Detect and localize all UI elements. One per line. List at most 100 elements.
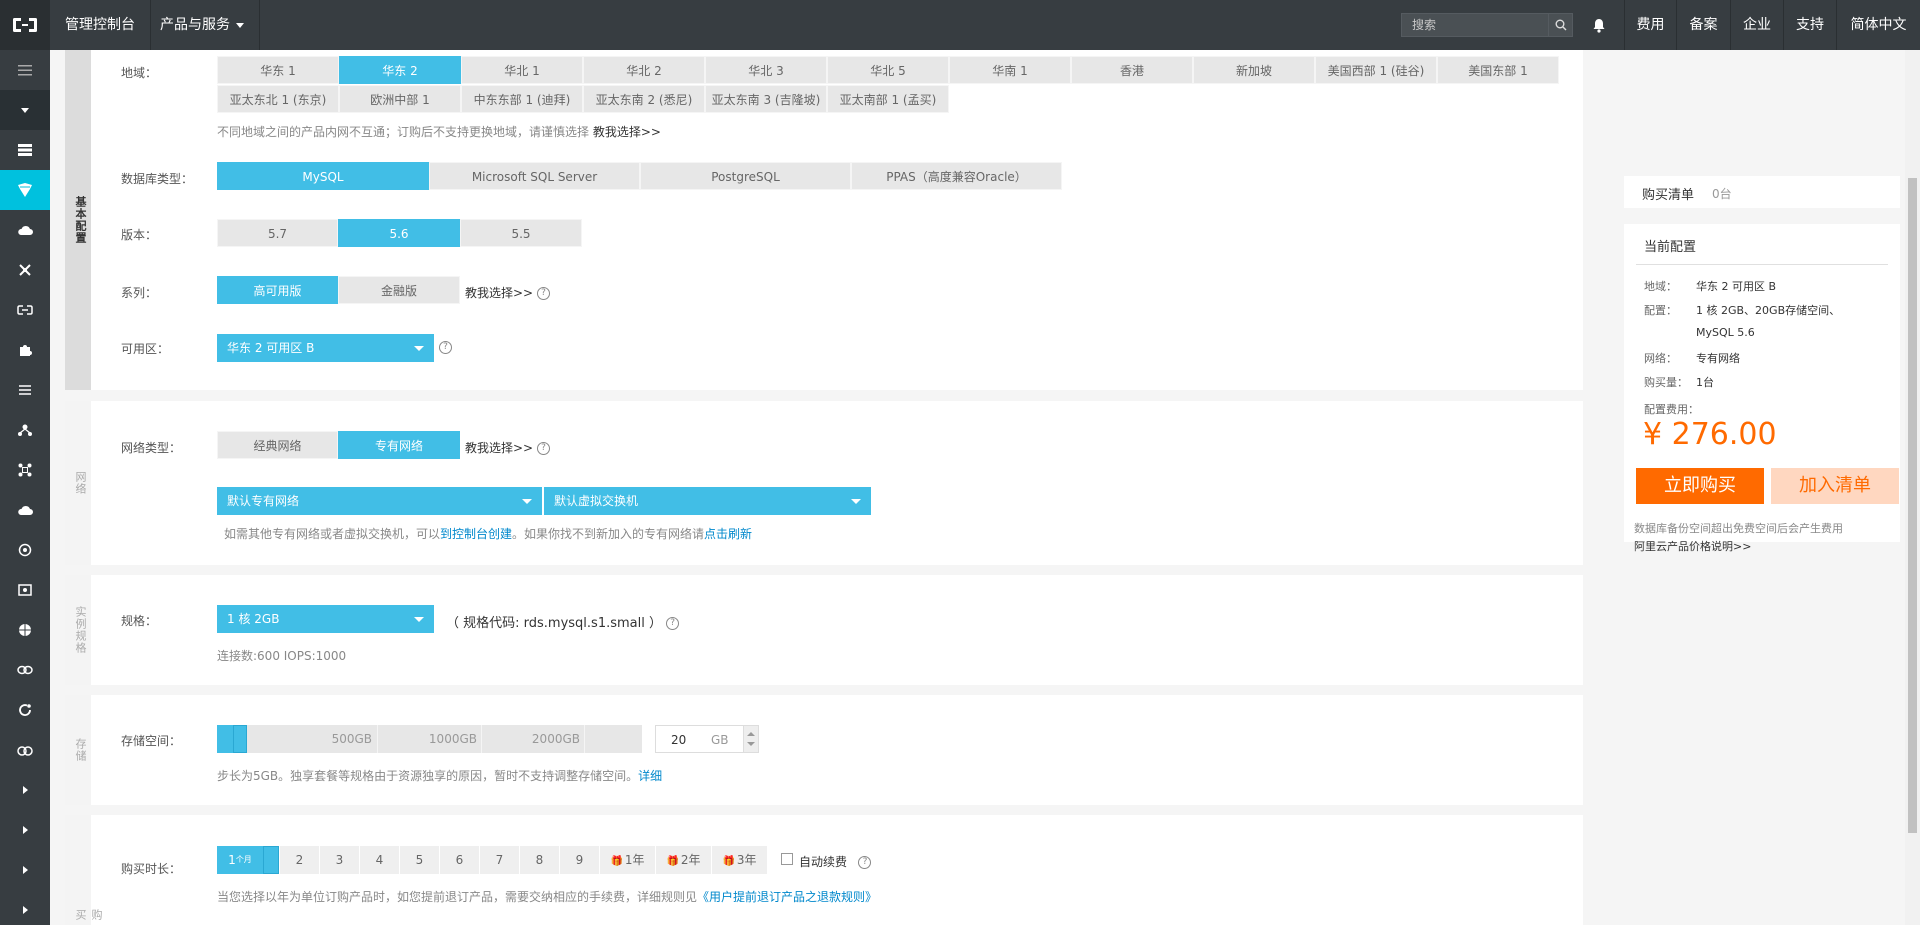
spec-dropdown[interactable]: 1 核 2GB xyxy=(217,605,434,633)
cloud-icon[interactable] xyxy=(0,210,50,250)
globe-icon[interactable] xyxy=(0,610,50,650)
db-type-mysql[interactable]: MySQL xyxy=(217,162,429,190)
help-icon[interactable]: ? xyxy=(666,617,680,630)
console-home-link[interactable]: 管理控制台 xyxy=(50,0,151,50)
nav-language[interactable]: 简体中文 xyxy=(1836,0,1920,50)
scrollbar-thumb[interactable] xyxy=(1908,178,1917,833)
eye-icon[interactable] xyxy=(0,530,50,570)
puzzle-icon[interactable] xyxy=(0,330,50,370)
duration-year-option[interactable]: 🎁 1年 xyxy=(599,846,655,874)
network-icon[interactable] xyxy=(0,250,50,290)
duration-month-option[interactable]: 2 xyxy=(279,846,319,874)
products-menu[interactable]: 产品与服务 xyxy=(145,0,260,50)
region-option[interactable]: 香港 xyxy=(1071,56,1193,84)
help-icon[interactable]: ? xyxy=(858,856,872,869)
tree-icon[interactable] xyxy=(0,410,50,450)
series-finance[interactable]: 金融版 xyxy=(338,276,460,304)
price-info-link[interactable]: 阿里云产品价格说明>> xyxy=(1634,538,1751,554)
box-icon[interactable] xyxy=(0,570,50,610)
slider-handle-icon[interactable] xyxy=(233,725,247,753)
refresh-icon[interactable] xyxy=(0,690,50,730)
series-help-link[interactable]: 教我选择>> xyxy=(465,286,533,300)
region-option[interactable]: 欧洲中部 1 xyxy=(339,85,461,113)
menu-icon[interactable] xyxy=(0,50,50,90)
chevron-down-icon[interactable] xyxy=(747,742,755,746)
database-stack-icon[interactable] xyxy=(0,130,50,170)
region-option[interactable]: 中东东部 1 (迪拜) xyxy=(461,85,583,113)
db-type-ppas[interactable]: PPAS（高度兼容Oracle） xyxy=(851,162,1062,190)
duration-month-option[interactable]: 9 xyxy=(559,846,599,874)
storage-detail-link[interactable]: 详细 xyxy=(638,769,662,783)
buy-now-button[interactable]: 立即购买 xyxy=(1636,468,1764,504)
zone-help-icon[interactable]: ? xyxy=(439,340,452,354)
region-option[interactable]: 华东 2 xyxy=(339,56,461,84)
help-icon[interactable]: ? xyxy=(536,287,550,300)
region-option[interactable]: 亚太东南 2 (悉尼) xyxy=(583,85,705,113)
region-option[interactable]: 美国东部 1 xyxy=(1437,56,1559,84)
nav-icp[interactable]: 备案 xyxy=(1676,0,1730,50)
nav-enterprise[interactable]: 企业 xyxy=(1730,0,1783,50)
create-in-console-link[interactable]: 到控制台创建 xyxy=(440,527,512,541)
slider-handle-icon[interactable] xyxy=(263,846,279,874)
network-vpc[interactable]: 专有网络 xyxy=(338,431,460,459)
expand-icon[interactable] xyxy=(0,770,50,810)
expand-icon[interactable] xyxy=(0,850,50,890)
region-option[interactable]: 华北 3 xyxy=(705,56,827,84)
refresh-link[interactable]: 点击刷新 xyxy=(704,527,752,541)
vswitch-dropdown[interactable]: 默认虚拟交换机 xyxy=(544,487,871,515)
duration-month-option[interactable]: 7 xyxy=(479,846,519,874)
aliyun-logo-icon[interactable] xyxy=(0,0,50,50)
duration-1-month[interactable]: 1个月 xyxy=(217,846,263,874)
network-help-link[interactable]: 教我选择>> xyxy=(465,441,533,455)
region-option[interactable]: 亚太南部 1 (孟买) xyxy=(827,85,949,113)
cloud-group-icon[interactable] xyxy=(0,730,50,770)
storage-input[interactable]: 20 GB xyxy=(655,725,755,753)
duration-year-option[interactable]: 🎁 3年 xyxy=(711,846,767,874)
version-5-5[interactable]: 5.5 xyxy=(460,219,582,247)
version-5-7[interactable]: 5.7 xyxy=(217,219,338,247)
cloud-upload-icon[interactable] xyxy=(0,490,50,530)
region-option[interactable]: 华北 1 xyxy=(461,56,583,84)
region-option[interactable]: 美国西部 1 (硅谷) xyxy=(1315,56,1437,84)
help-icon[interactable]: ? xyxy=(536,442,550,455)
region-option[interactable]: 新加坡 xyxy=(1193,56,1315,84)
duration-month-option[interactable]: 8 xyxy=(519,846,559,874)
rds-icon[interactable] xyxy=(0,170,50,210)
region-option[interactable]: 华南 1 xyxy=(949,56,1071,84)
series-high-availability[interactable]: 高可用版 xyxy=(217,276,338,304)
refund-rules-link[interactable]: 《用户提前退订产品之退款规则》 xyxy=(697,890,877,904)
zone-dropdown[interactable]: 华东 2 可用区 B xyxy=(217,334,434,362)
region-option[interactable]: 亚太东北 1 (东京) xyxy=(217,85,339,113)
db-type-postgresql[interactable]: PostgreSQL xyxy=(640,162,851,190)
expand-icon[interactable] xyxy=(0,890,50,925)
nodes-icon[interactable] xyxy=(0,450,50,490)
storage-slider[interactable]: 500GB 1000GB 2000GB xyxy=(217,725,642,753)
duration-month-option[interactable]: 4 xyxy=(359,846,399,874)
nav-billing[interactable]: 费用 xyxy=(1624,0,1676,50)
auto-renew-checkbox[interactable] xyxy=(781,853,793,865)
region-option[interactable]: 华东 1 xyxy=(217,56,339,84)
region-option[interactable]: 华北 5 xyxy=(827,56,949,84)
vpc-dropdown[interactable]: 默认专有网络 xyxy=(217,487,542,515)
duration-year-option[interactable]: 🎁 2年 xyxy=(655,846,711,874)
storage-stepper[interactable] xyxy=(743,725,759,753)
region-help-link[interactable]: 教我选择>> xyxy=(593,125,661,139)
duration-month-option[interactable]: 3 xyxy=(319,846,359,874)
duration-month-option[interactable]: 5 xyxy=(399,846,439,874)
chain-icon[interactable] xyxy=(0,650,50,690)
chevron-up-icon[interactable] xyxy=(747,732,755,736)
version-5-6[interactable]: 5.6 xyxy=(338,219,460,247)
scrollbar[interactable] xyxy=(1905,50,1920,925)
add-to-cart-button[interactable]: 加入清单 xyxy=(1771,468,1899,504)
search-input[interactable] xyxy=(1402,14,1547,36)
network-classic[interactable]: 经典网络 xyxy=(217,431,338,459)
collapse-icon[interactable] xyxy=(0,90,50,130)
bell-icon[interactable] xyxy=(1587,0,1611,50)
region-option[interactable]: 亚太东南 3 (吉隆坡) xyxy=(705,85,827,113)
expand-icon[interactable] xyxy=(0,810,50,850)
nav-support[interactable]: 支持 xyxy=(1783,0,1836,50)
search-icon[interactable] xyxy=(1548,14,1572,36)
region-option[interactable]: 华北 2 xyxy=(583,56,705,84)
list-icon[interactable] xyxy=(0,370,50,410)
duration-month-option[interactable]: 6 xyxy=(439,846,479,874)
